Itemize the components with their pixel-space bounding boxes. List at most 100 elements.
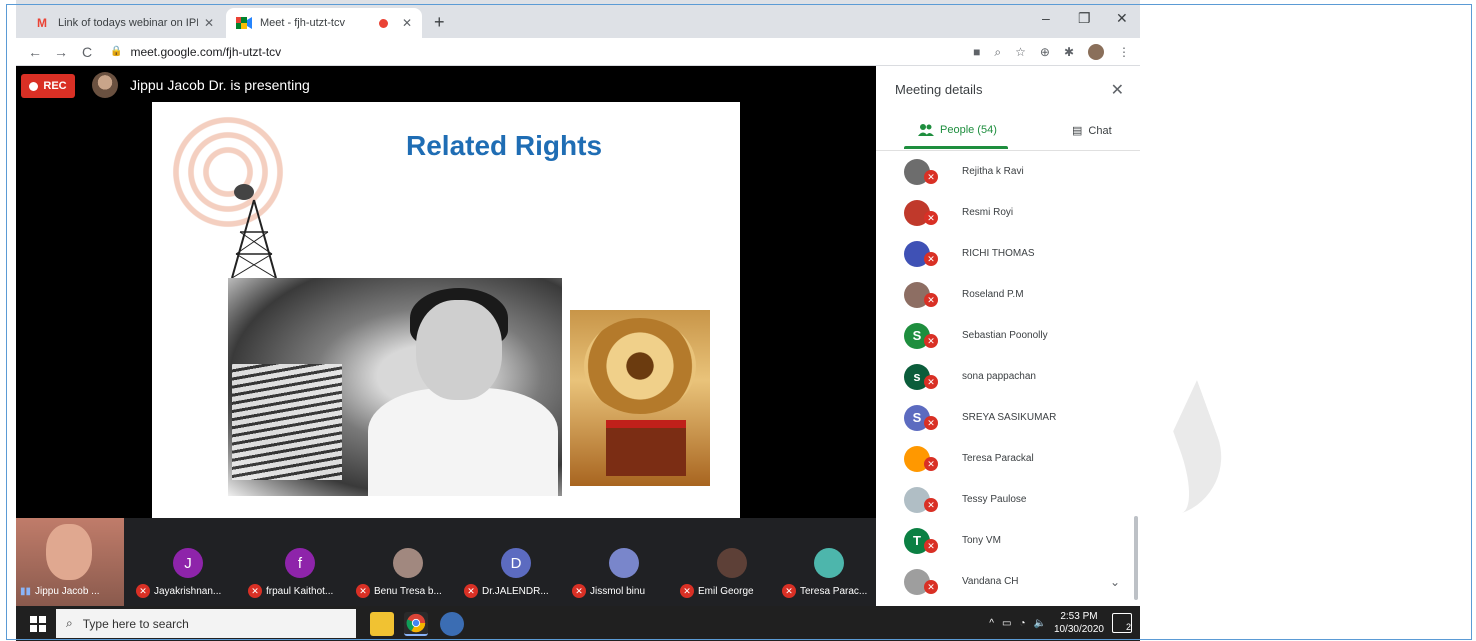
menu-dots-icon[interactable]: ⋮ bbox=[1118, 45, 1130, 59]
panel-scrollbar[interactable] bbox=[1134, 516, 1138, 600]
url-text: meet.google.com/fjh-utzt-tcv bbox=[130, 44, 282, 59]
system-tray: ^ ▭ ◔ 🔈 2:53 PM 10/30/2020 2 bbox=[989, 610, 1132, 636]
tab-gmail[interactable]: M Link of todays webinar on IPR - s ✕ bbox=[24, 8, 224, 38]
participant-tile[interactable]: J ✕ Jayakrishnan... bbox=[136, 518, 240, 606]
restore-button[interactable]: ❐ bbox=[1078, 10, 1091, 27]
file-explorer-icon[interactable] bbox=[370, 612, 394, 636]
mic-off-icon: ✕ bbox=[572, 584, 586, 598]
profile-avatar[interactable] bbox=[1088, 44, 1104, 60]
address-bar: ← → C 🔒 meet.google.com/fjh-utzt-tcv ■ ⌕… bbox=[16, 38, 1140, 66]
list-item[interactable]: S ✕ Sebastian Poonolly bbox=[876, 315, 1140, 356]
list-item[interactable]: S ✕ SREYA SASIKUMAR bbox=[876, 397, 1140, 438]
chat-tab-label: Chat bbox=[1088, 124, 1112, 137]
list-item[interactable]: ✕ Rejitha k Ravi bbox=[876, 151, 1140, 192]
taskbar-clock[interactable]: 2:53 PM 10/30/2020 bbox=[1054, 610, 1104, 636]
close-icon[interactable]: ✕ bbox=[1111, 80, 1124, 100]
network-icon[interactable]: ◔ bbox=[1019, 618, 1025, 629]
participant-tile[interactable]: ✕ Teresa Parac... bbox=[782, 518, 876, 606]
meet-icon bbox=[236, 15, 252, 31]
notification-center-icon[interactable]: 2 bbox=[1112, 613, 1132, 633]
list-item[interactable]: ✕ Resmi Royi bbox=[876, 192, 1140, 233]
mic-off-icon: ✕ bbox=[782, 584, 796, 598]
mic-off-icon: ✕ bbox=[248, 584, 262, 598]
participant-name: Dr.JALENDR... bbox=[482, 585, 549, 597]
close-tab-icon[interactable]: ✕ bbox=[204, 16, 214, 30]
tab-meet[interactable]: Meet - fjh-utzt-tcv ✕ bbox=[226, 8, 422, 38]
tower-image bbox=[231, 184, 277, 278]
singer-photo bbox=[228, 278, 562, 496]
mic-off-icon: ✕ bbox=[356, 584, 370, 598]
speaking-indicator-icon: ▮▮ bbox=[20, 586, 32, 597]
close-tab-icon[interactable]: ✕ bbox=[402, 16, 412, 30]
presentation-stage: Related Rights REC Jippu Jacob Dr. is pr… bbox=[16, 66, 876, 518]
participant-tile[interactable]: ✕ Benu Tresa b... bbox=[356, 518, 460, 606]
clock-date: 10/30/2020 bbox=[1053, 624, 1104, 635]
windows-taskbar: ⌕ Type here to search ^ ▭ ◔ 🔈 2:53 PM 10… bbox=[16, 606, 1140, 641]
participant-tile[interactable]: ✕ Emil George bbox=[680, 518, 784, 606]
list-item[interactable]: ✕ Roseland P.M bbox=[876, 274, 1140, 315]
screen: M Link of todays webinar on IPR - s ✕ Me… bbox=[16, 0, 1140, 641]
volume-icon[interactable]: 🔈 bbox=[1033, 618, 1045, 629]
presenter-avatar bbox=[92, 72, 118, 98]
people-icon bbox=[918, 124, 934, 136]
participant-name: Teresa Parac... bbox=[800, 585, 868, 597]
taskbar-search[interactable]: ⌕ Type here to search bbox=[56, 609, 356, 638]
mic-off-icon: ✕ bbox=[924, 252, 938, 266]
show-hidden-icons-icon[interactable]: ^ bbox=[989, 618, 994, 629]
lock-icon: 🔒 bbox=[110, 46, 123, 57]
participant-avatar bbox=[393, 548, 423, 578]
participant-tile[interactable]: f ✕ frpaul Kaithot... bbox=[248, 518, 352, 606]
participant-name: Jayakrishnan... bbox=[154, 585, 222, 597]
camera-icon[interactable]: ■ bbox=[973, 45, 980, 59]
participant-name: Jissmol binu bbox=[590, 585, 646, 597]
recording-badge: REC bbox=[21, 74, 75, 98]
mic-off-icon: ✕ bbox=[924, 416, 938, 430]
extension-icon[interactable]: ⊕ bbox=[1040, 45, 1050, 59]
people-tab-label: People (54) bbox=[940, 124, 997, 136]
list-item[interactable]: ✕ Teresa Parackal bbox=[876, 438, 1140, 479]
participant-tile[interactable]: ✕ Jissmol binu bbox=[572, 518, 676, 606]
chrome-icon[interactable] bbox=[404, 612, 428, 636]
participant-name: SREYA SASIKUMAR bbox=[962, 412, 1057, 423]
back-icon[interactable]: ← bbox=[22, 44, 48, 60]
reload-icon[interactable]: C bbox=[74, 44, 100, 60]
search-icon: ⌕ bbox=[66, 616, 73, 630]
tab-people[interactable]: People (54) bbox=[918, 124, 997, 136]
forward-icon[interactable]: → bbox=[48, 44, 74, 60]
notification-count: 2 bbox=[1125, 622, 1131, 632]
puzzle-icon[interactable]: ✱ bbox=[1064, 45, 1074, 59]
self-video-tile[interactable]: ▮▮ Jippu Jacob ... bbox=[16, 518, 124, 606]
mic-off-icon: ✕ bbox=[924, 457, 938, 471]
participant-tile[interactable]: D ✕ Dr.JALENDR... bbox=[464, 518, 568, 606]
mic-off-icon: ✕ bbox=[924, 375, 938, 389]
minimize-button[interactable]: – bbox=[1042, 10, 1050, 26]
tab-chat[interactable]: ▤ Chat bbox=[1072, 124, 1112, 138]
list-item[interactable]: ✕ Vandana CH ⌄ bbox=[876, 561, 1140, 602]
participant-avatar: D bbox=[501, 548, 531, 578]
bookmark-star-icon[interactable]: ☆ bbox=[1015, 45, 1026, 59]
gramophone-photo bbox=[570, 310, 710, 486]
battery-icon[interactable]: ▭ bbox=[1002, 618, 1011, 629]
participant-name: Sebastian Poonolly bbox=[962, 330, 1048, 341]
tab-title: Meet - fjh-utzt-tcv bbox=[260, 17, 345, 29]
list-item[interactable]: T ✕ Tony VM bbox=[876, 520, 1140, 561]
zoom-icon[interactable]: ⌕ bbox=[994, 45, 1001, 60]
url-field[interactable]: 🔒 meet.google.com/fjh-utzt-tcv bbox=[110, 45, 281, 59]
record-dot-icon bbox=[29, 81, 39, 91]
list-item[interactable]: ✕ Tessy Paulose bbox=[876, 479, 1140, 520]
slide-title: Related Rights bbox=[406, 130, 603, 161]
participant-name: Benu Tresa b... bbox=[374, 585, 442, 597]
search-placeholder: Type here to search bbox=[82, 616, 189, 631]
participant-name: sona pappachan bbox=[962, 371, 1036, 382]
windows-start-icon[interactable] bbox=[30, 616, 46, 632]
new-tab-button[interactable]: + bbox=[434, 12, 445, 33]
list-item[interactable]: s ✕ sona pappachan bbox=[876, 356, 1140, 397]
chevron-down-icon[interactable]: ⌄ bbox=[1110, 575, 1120, 589]
rec-label: REC bbox=[43, 80, 67, 92]
paint-icon[interactable] bbox=[440, 612, 464, 636]
list-item[interactable]: ✕ RICHI THOMAS bbox=[876, 233, 1140, 274]
participant-name: frpaul Kaithot... bbox=[266, 585, 334, 597]
participant-avatar bbox=[814, 548, 844, 578]
close-window-button[interactable]: ✕ bbox=[1116, 10, 1128, 27]
self-name: Jippu Jacob ... bbox=[35, 586, 100, 597]
